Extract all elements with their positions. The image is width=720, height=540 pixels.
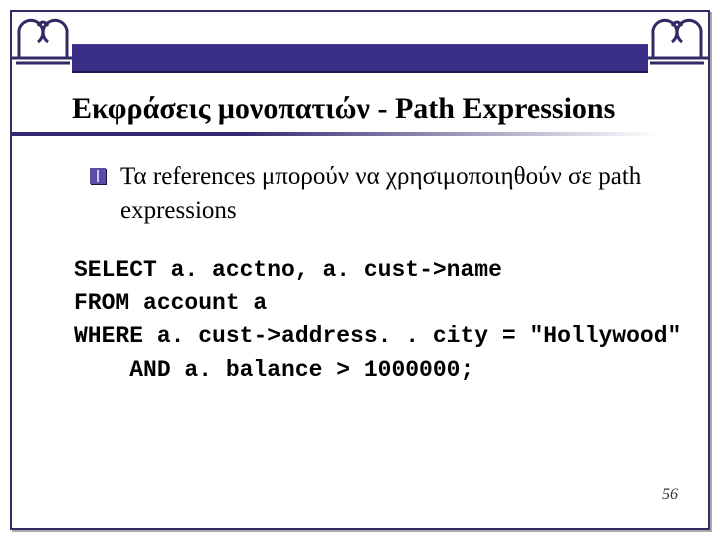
code-line-1a: SELECT a. acctno, a. cust [74,257,419,283]
title-underline [12,132,658,136]
code-line-3c: address. . city = "Hollywood" [281,323,681,349]
slide-frame: Εκφράσεις μονοπατιών - Path Expressions … [10,10,710,530]
arrow-icon: -> [253,323,281,349]
bullet-item: Τα references μπορούν να χρησιμοποιηθούν… [90,160,658,228]
title-bar-decoration [72,44,648,73]
code-line-2: FROM account a [74,290,267,316]
code-block: SELECT a. acctno, a. cust->name FROM acc… [74,254,658,387]
slide-title: Εκφράσεις μονοπατιών - Path Expressions [72,92,658,126]
corner-ornament-right [642,8,712,66]
code-line-4: AND a. balance > 1000000; [74,357,474,383]
page-number: 56 [662,486,678,504]
bullet-icon [90,168,106,184]
corner-ornament-left [8,8,78,66]
bullet-text: Τα references μπορούν να χρησιμοποιηθούν… [120,160,658,228]
code-line-3a: WHERE a. cust [74,323,253,349]
slide-content: Εκφράσεις μονοπατιών - Path Expressions … [72,92,658,387]
arrow-icon: -> [419,257,447,283]
code-line-1c: name [447,257,502,283]
